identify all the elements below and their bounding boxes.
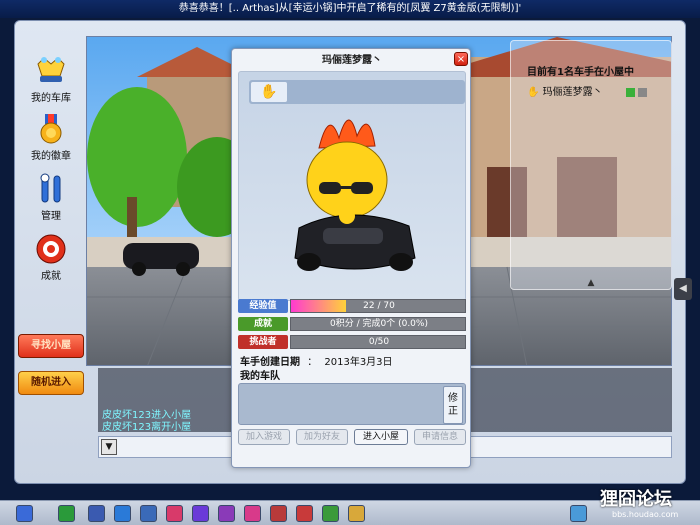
- status-grey-icon: [638, 87, 648, 97]
- room-player-panel: 目前有1名车手在小屋中 ✋ 玛俪莲梦露丶: [510, 40, 672, 290]
- chat-line: 皮皮坏123离开小屋: [102, 422, 192, 433]
- music-icon[interactable]: [218, 505, 235, 522]
- team-line: 我的车队: [240, 367, 280, 382]
- avatar-kart-render: [294, 119, 416, 271]
- add-friend-button[interactable]: 加为好友: [296, 429, 348, 445]
- chat-icon[interactable]: [322, 505, 339, 522]
- scroll-up-icon[interactable]: ▲: [510, 278, 672, 292]
- left-sidebar: 我的车库 我的徽章 管理 成就 寻找小屋 随机进入: [14, 22, 86, 462]
- garage-crown-icon: [37, 57, 65, 82]
- team-label: 我的车队: [240, 371, 280, 382]
- exp-stat-row: 经验值 22 / 70: [238, 299, 466, 313]
- sidebar-item-label: 管理: [41, 211, 61, 222]
- edit-team-button[interactable]: 修正: [443, 386, 463, 424]
- start-icon[interactable]: [16, 505, 33, 522]
- settings-icon[interactable]: [348, 505, 365, 522]
- shop-icon[interactable]: [88, 505, 105, 522]
- player-count-text: 目前有1名车手在小屋中: [527, 67, 634, 78]
- dialog-title: 玛俪莲梦露丶: [322, 55, 382, 66]
- sidebar-item-achievements[interactable]: 成就: [18, 228, 84, 288]
- tools-icon[interactable]: [140, 505, 157, 522]
- challenger-bar: 0/50: [290, 335, 466, 349]
- achievement-icon: [36, 234, 66, 264]
- gift-icon[interactable]: [166, 505, 183, 522]
- player-list-item[interactable]: ✋ 玛俪莲梦露丶: [527, 83, 648, 98]
- achievement-label: 成就: [238, 317, 288, 331]
- player-info-dialog: 玛俪莲梦露丶 × ✋ 经验值 22 / 70 成就 0积分 / 完成0个 (0.…: [231, 48, 471, 468]
- find-room-button[interactable]: 寻找小屋: [18, 334, 84, 358]
- exp-label: 经验值: [238, 299, 288, 313]
- collapse-panel-icon[interactable]: ◀: [674, 278, 692, 300]
- tools-icon: [40, 173, 61, 203]
- sidebar-item-garage[interactable]: 我的车库: [18, 50, 84, 110]
- hand-icon: ✋: [527, 87, 540, 98]
- challenger-value: 0/50: [368, 337, 390, 347]
- home-icon[interactable]: [114, 505, 131, 522]
- exp-value: 22 / 70: [363, 301, 395, 311]
- back-icon[interactable]: [58, 505, 75, 522]
- watermark-url: bbs.houdao.com: [612, 510, 679, 519]
- exp-bar: 22 / 70: [290, 299, 466, 313]
- join-game-button[interactable]: 加入游戏: [238, 429, 290, 445]
- hand-icon[interactable]: ✋: [251, 82, 287, 102]
- request-info-button[interactable]: 申请信息: [414, 429, 466, 445]
- enter-room-button[interactable]: 进入小屋: [354, 429, 408, 445]
- created-date-separator: ：: [307, 357, 318, 368]
- achievement-value: 0积分 / 完成0个 (0.0%): [330, 319, 428, 329]
- team-info-box: 修正: [238, 383, 466, 425]
- friends-icon[interactable]: [296, 505, 313, 522]
- sidebar-item-label: 成就: [41, 271, 61, 282]
- sidebar-item-manage[interactable]: 管理: [18, 168, 84, 228]
- challenger-stat-row: 挑战者 0/50: [238, 335, 466, 349]
- character-preview: ✋: [238, 71, 466, 301]
- achievement-bar: 0积分 / 完成0个 (0.0%): [290, 317, 466, 331]
- challenger-label: 挑战者: [238, 335, 288, 349]
- box-icon[interactable]: [192, 505, 209, 522]
- watermark-title: 狸囧论坛: [600, 489, 672, 510]
- system-icon[interactable]: [570, 505, 587, 522]
- system-marquee: 恭喜恭喜！[.. Arthas]从[幸运小锅]中开启了稀有的[凤翼 Z7黄金版(…: [0, 0, 700, 18]
- item-slot-bar: ✋: [249, 80, 465, 104]
- book-icon[interactable]: [270, 505, 287, 522]
- achievement-stat-row: 成就 0积分 / 完成0个 (0.0%): [238, 317, 466, 331]
- close-button[interactable]: ×: [454, 52, 468, 66]
- created-date-line: 车手创建日期 ： 2013年3月3日: [240, 353, 393, 368]
- taskbar: [0, 500, 700, 525]
- sidebar-item-badges[interactable]: 我的徽章: [18, 108, 84, 168]
- sidebar-item-label: 我的车库: [31, 93, 71, 104]
- heart-icon[interactable]: [244, 505, 261, 522]
- medal-icon: [40, 114, 62, 144]
- chat-channel-dropdown[interactable]: ▼: [101, 439, 117, 455]
- player-name: 玛俪莲梦露丶: [542, 87, 603, 98]
- sidebar-item-label: 我的徽章: [31, 151, 71, 162]
- status-green-icon: [625, 87, 635, 97]
- created-date-value: 2013年3月3日: [324, 357, 393, 368]
- random-enter-button[interactable]: 随机进入: [18, 371, 84, 395]
